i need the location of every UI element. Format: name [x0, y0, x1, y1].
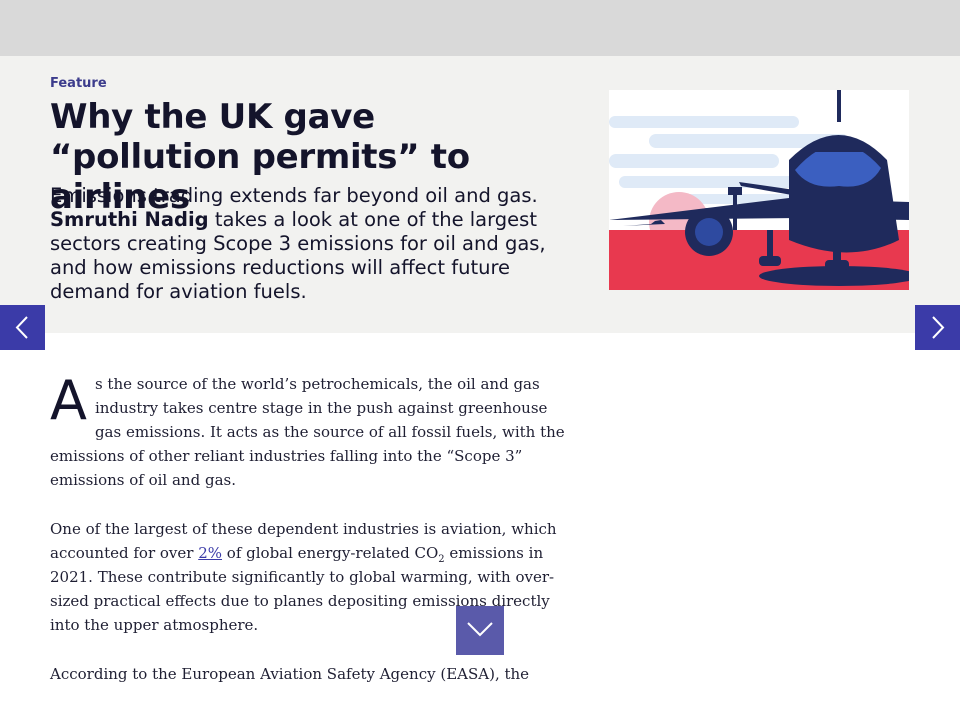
scroll-down-button[interactable]: [456, 606, 504, 655]
statistic-link[interactable]: 2%: [198, 544, 222, 562]
top-bar: [0, 0, 960, 56]
article-body: As the source of the world’s petrochemic…: [50, 372, 565, 711]
hero-image: [609, 90, 909, 290]
chevron-right-icon: [932, 316, 945, 339]
drop-cap: A: [50, 369, 87, 432]
chevron-left-icon: [15, 316, 28, 339]
body-paragraph-1: As the source of the world’s petrochemic…: [50, 372, 565, 492]
author-name: Smruthi Nadig: [50, 208, 209, 231]
body-paragraph-3: According to the European Aviation Safet…: [50, 662, 565, 686]
standfirst-intro: Emissions trading extends far beyond oil…: [50, 184, 538, 207]
airplane-illustration-icon: [609, 90, 909, 290]
next-article-button[interactable]: [915, 305, 960, 350]
article-standfirst: Emissions trading extends far beyond oil…: [50, 184, 570, 304]
article-category[interactable]: Feature: [50, 76, 107, 91]
paragraph-1-text: s the source of the world’s petrochemica…: [50, 375, 565, 489]
paragraph-2-text-mid: of global energy-related CO: [222, 544, 439, 562]
previous-article-button[interactable]: [0, 305, 45, 350]
paragraph-3-text: According to the European Aviation Safet…: [50, 665, 530, 683]
chevron-down-icon: [467, 622, 493, 637]
